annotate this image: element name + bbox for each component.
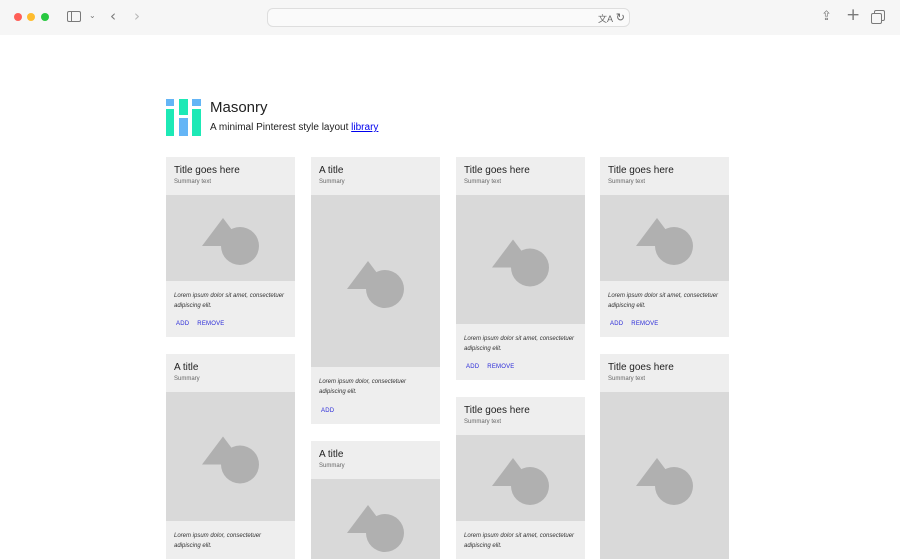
card: Title goes here Summary text	[600, 354, 729, 559]
card-image	[311, 195, 440, 367]
card-image	[456, 195, 585, 324]
image-placeholder-icon	[636, 458, 693, 505]
card-title: Title goes here	[464, 165, 530, 176]
card-summary: Summary text	[174, 179, 212, 185]
card-body-text: Lorem ipsum dolor, consectetuer adipisci…	[319, 379, 407, 395]
image-placeholder-icon	[347, 505, 404, 552]
card-title: Title goes here	[608, 362, 674, 373]
page-title: Masonry	[210, 99, 268, 116]
image-placeholder-icon	[347, 261, 404, 308]
image-placeholder-icon	[492, 458, 549, 505]
remove-button[interactable]: REMOVE	[631, 321, 658, 327]
image-placeholder-icon	[202, 218, 259, 265]
subtitle-text: A minimal Pinterest style layout	[210, 122, 352, 133]
card-body-text: Lorem ipsum dolor sit amet, consectetuer…	[174, 293, 285, 309]
reload-icon[interactable]: ↻	[616, 11, 625, 24]
card-title: Title goes here	[608, 165, 674, 176]
remove-button[interactable]: REMOVE	[197, 321, 224, 327]
add-button[interactable]: ADD	[466, 364, 479, 370]
library-link[interactable]: library	[351, 122, 378, 133]
remove-button[interactable]: REMOVE	[487, 364, 514, 370]
card: Title goes here Summary text Lorem ipsum…	[456, 157, 585, 380]
card-summary: Summary text	[608, 376, 646, 382]
card: Title goes here Summary text Lorem ipsum…	[456, 397, 585, 559]
card: Title goes here Summary text Lorem ipsum…	[600, 157, 729, 337]
image-placeholder-icon	[202, 436, 259, 484]
card-summary: Summary text	[464, 419, 502, 425]
card-image	[166, 195, 295, 281]
back-arrow-icon[interactable]: ‹	[110, 9, 116, 24]
forward-arrow-icon[interactable]: ›	[134, 9, 140, 24]
card-title: A title	[319, 165, 344, 176]
add-button[interactable]: ADD	[176, 321, 189, 327]
card-image	[600, 195, 729, 281]
card-summary: Summary	[174, 376, 200, 382]
card: A title Summary Lorem ipsum dolor, conse…	[311, 157, 440, 424]
add-button[interactable]: ADD	[610, 321, 623, 327]
image-placeholder-icon	[492, 239, 549, 287]
card-body-text: Lorem ipsum dolor sit amet, consectetuer…	[464, 336, 575, 352]
card: A title Summary Lorem ipsum dolor, conse…	[166, 354, 295, 559]
new-tab-icon[interactable]: +	[846, 7, 860, 24]
page-subtitle: A minimal Pinterest style layout library	[210, 122, 378, 133]
card-body-text: Lorem ipsum dolor sit amet, consectetuer…	[464, 533, 575, 549]
card-title: Title goes here	[464, 405, 530, 416]
card-summary: Summary	[319, 463, 345, 469]
card: Title goes here Summary text Lorem ipsum…	[166, 157, 295, 337]
masonry-logo	[166, 99, 201, 136]
address-bar[interactable]: 文A ↻	[267, 8, 630, 27]
image-placeholder-icon	[636, 218, 693, 265]
card-body-text: Lorem ipsum dolor, consectetuer adipisci…	[174, 533, 262, 549]
card-image	[456, 435, 585, 521]
close-window-button[interactable]	[14, 13, 22, 21]
browser-toolbar: ⌄ ‹ › 文A ↻ ⇪ +	[0, 0, 900, 35]
card-title: A title	[174, 362, 199, 373]
card-summary: Summary text	[464, 179, 502, 185]
minimize-window-button[interactable]	[27, 13, 35, 21]
card-body-text: Lorem ipsum dolor sit amet, consectetuer…	[608, 293, 719, 309]
translate-icon[interactable]: 文A	[598, 12, 613, 25]
tab-overview-icon[interactable]	[871, 10, 885, 24]
card-image	[311, 479, 440, 559]
card-title: Title goes here	[174, 165, 240, 176]
zoom-window-button[interactable]	[41, 13, 49, 21]
card-summary: Summary text	[608, 179, 646, 185]
add-button[interactable]: ADD	[321, 408, 334, 414]
sidebar-toggle-icon[interactable]	[67, 11, 81, 22]
card-image	[600, 392, 729, 559]
chevron-down-icon[interactable]: ⌄	[89, 12, 96, 20]
card: A title Summary	[311, 441, 440, 559]
card-summary: Summary	[319, 179, 345, 185]
share-icon[interactable]: ⇪	[821, 10, 832, 23]
card-image	[166, 392, 295, 521]
card-title: A title	[319, 449, 344, 460]
